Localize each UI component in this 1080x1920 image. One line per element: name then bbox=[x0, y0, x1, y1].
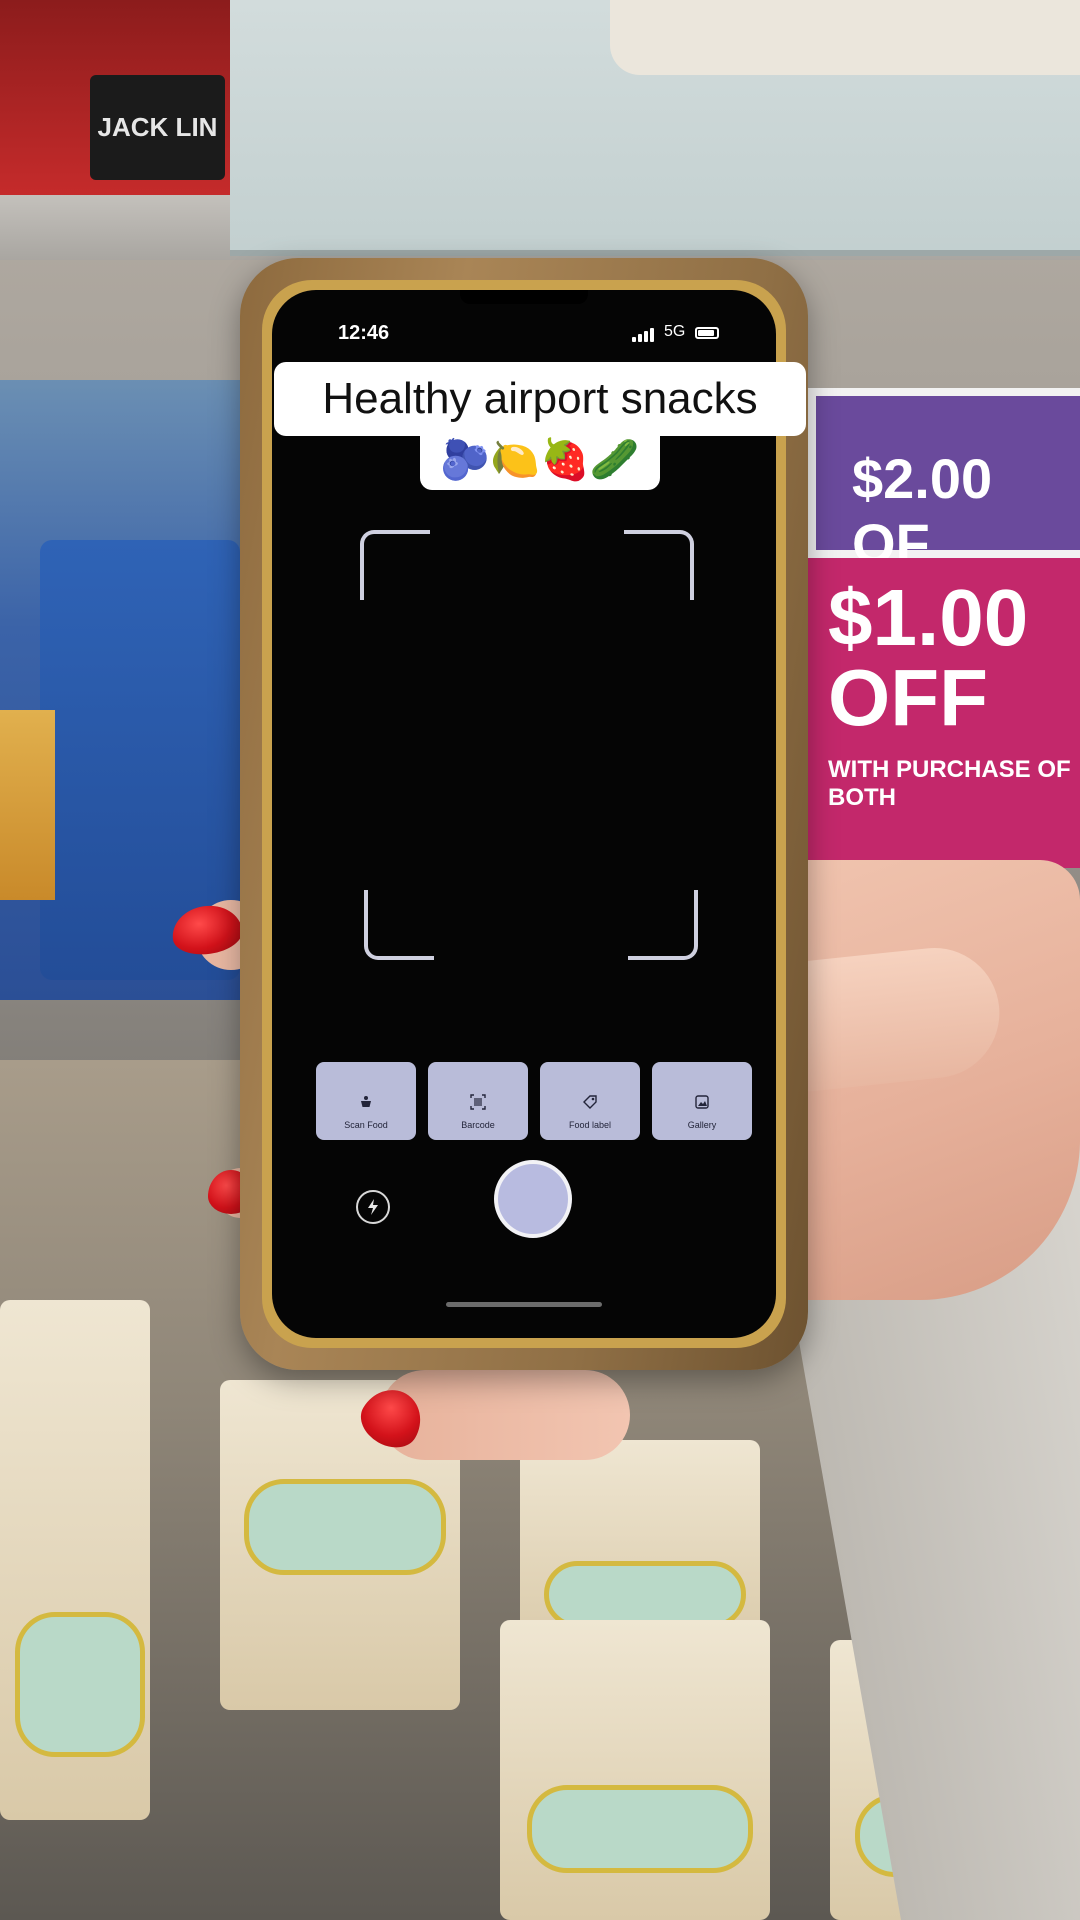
notch bbox=[460, 290, 588, 304]
promo-discount: $1.00 OFF bbox=[828, 573, 1029, 742]
flash-button[interactable] bbox=[356, 1190, 390, 1224]
scan-food-label: Scan Food bbox=[344, 1120, 388, 1130]
snack-package bbox=[0, 1300, 150, 1820]
signal-icon bbox=[632, 326, 660, 342]
promo-top-text: $2.00 OF bbox=[808, 388, 1080, 575]
food-label-icon bbox=[583, 1095, 597, 1109]
status-bar: 12:46 5G bbox=[272, 290, 776, 370]
promo-sign: $2.00 OF $1.00 OFF WITH PURCHASE OF BOTH bbox=[808, 388, 1080, 878]
barcode-label: Barcode bbox=[461, 1120, 495, 1130]
jerky-logo: JACK LIN bbox=[90, 75, 225, 180]
barcode-button[interactable]: Barcode bbox=[428, 1062, 528, 1140]
yellow-snack-package bbox=[0, 710, 55, 900]
gallery-icon bbox=[695, 1095, 709, 1109]
caption-title: Healthy airport snacks bbox=[274, 362, 806, 436]
scan-food-icon bbox=[361, 1096, 371, 1107]
caption-emojis: 🫐🍋🍓🥒 bbox=[420, 428, 660, 490]
scan-food-button[interactable]: Scan Food bbox=[316, 1062, 416, 1140]
flash-icon bbox=[368, 1199, 378, 1215]
promo-condition: WITH PURCHASE OF BOTH bbox=[828, 756, 1071, 811]
barcode-icon bbox=[470, 1094, 486, 1110]
promo-bottom: $1.00 OFF WITH PURCHASE OF BOTH bbox=[808, 558, 1080, 868]
scan-frame-corner-icon bbox=[360, 530, 430, 600]
jerky-package: JACK LIN bbox=[0, 0, 230, 195]
battery-icon bbox=[695, 327, 719, 339]
scan-frame-corner-icon bbox=[628, 890, 698, 960]
network-type: 5G bbox=[664, 323, 686, 340]
scan-frame-corner-icon bbox=[364, 890, 434, 960]
shutter-button[interactable] bbox=[494, 1160, 572, 1238]
food-label-label: Food label bbox=[568, 1120, 612, 1130]
torn-label bbox=[610, 0, 1080, 75]
scan-mode-bar: Scan Food Barcode Food label Gallery bbox=[316, 1062, 766, 1142]
snack-package bbox=[500, 1620, 770, 1920]
gallery-label: Gallery bbox=[687, 1120, 717, 1130]
scan-frame-corner-icon bbox=[624, 530, 694, 600]
home-indicator[interactable] bbox=[446, 1302, 602, 1307]
gallery-button[interactable]: Gallery bbox=[652, 1062, 752, 1140]
cardboard-box bbox=[230, 0, 1080, 256]
food-label-button[interactable]: Food label bbox=[540, 1062, 640, 1140]
status-time: 12:46 bbox=[338, 322, 390, 344]
